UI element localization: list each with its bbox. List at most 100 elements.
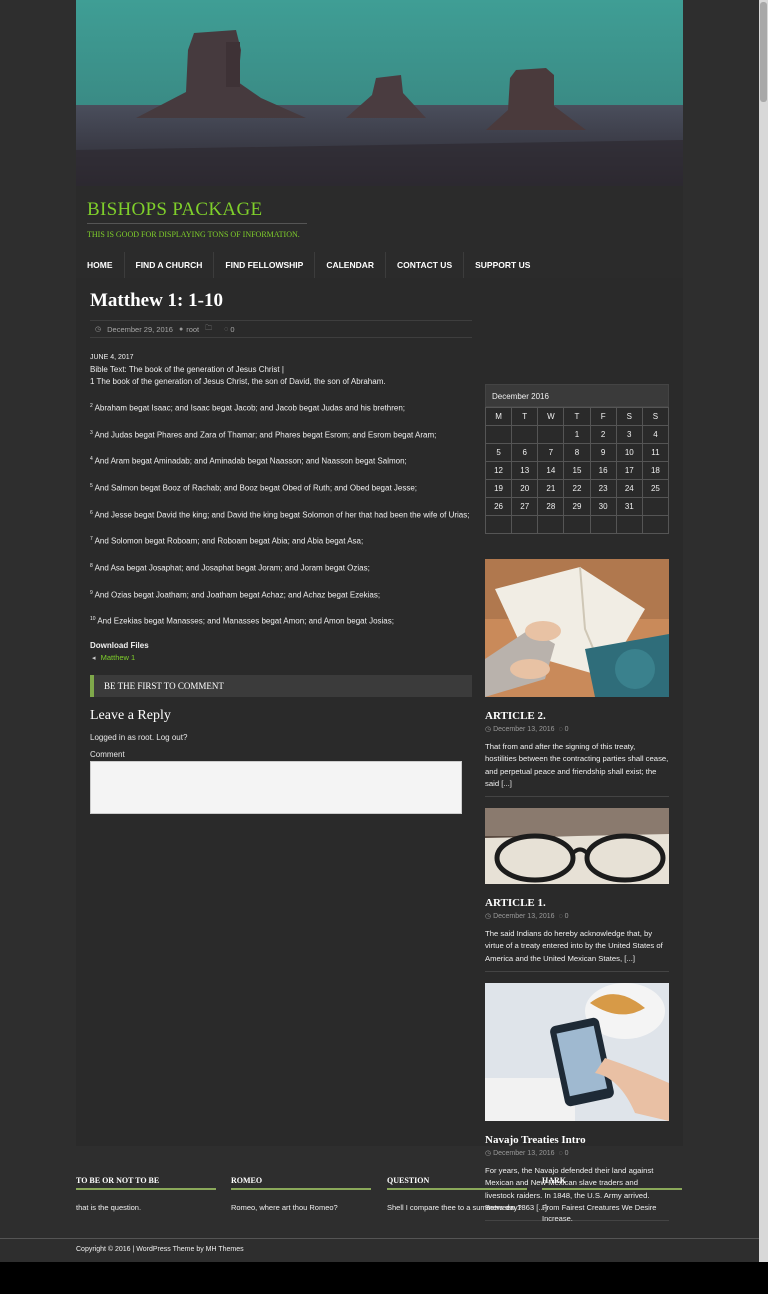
- calendar-day[interactable]: 17: [615, 461, 643, 480]
- sidebar: December 2016 MTWTFSS 1 2 3 4 5 6 7 8 9 10 11 12 13 1…: [484, 384, 670, 1222]
- comment-icon: ◌: [558, 913, 563, 921]
- speaker-icon: ◂: [92, 654, 96, 662]
- sidebar-post-meta: ◷ December 13, 2016 ◌ 0: [485, 725, 669, 733]
- calendar-day[interactable]: 14: [537, 461, 565, 480]
- calendar-weekday: S: [641, 407, 670, 426]
- copyright-text: Copyright © 2016 | WordPress Theme by MH…: [76, 1246, 244, 1253]
- sidebar-post-meta: ◷ December 13, 2016 ◌ 0: [485, 1149, 669, 1157]
- calendar-day[interactable]: 4: [641, 425, 670, 444]
- download-link-label[interactable]: Matthew 1: [98, 653, 136, 662]
- calendar-day[interactable]: 6: [511, 443, 539, 462]
- calendar-day[interactable]: 30: [589, 497, 617, 516]
- monument-valley-image: [76, 0, 683, 186]
- nav-item-calendar[interactable]: CALENDAR: [315, 252, 387, 278]
- calendar-day[interactable]: 27: [511, 497, 539, 516]
- sidebar-post-date[interactable]: December 13, 2016: [493, 726, 554, 733]
- calendar-widget: December 2016 MTWTFSS 1 2 3 4 5 6 7 8 9 10 11 12 13 1…: [484, 384, 670, 534]
- comment-icon: ◌: [224, 325, 229, 333]
- sidebar-post-title[interactable]: ARTICLE 1.: [485, 897, 669, 909]
- calendar-day: [537, 425, 565, 444]
- calendar-table: MTWTFSS 1 2 3 4 5 6 7 8 9 10 11 12 13 14 15 16 17 18 19 20 2…: [484, 407, 670, 534]
- sidebar-post-comments[interactable]: 0: [565, 1150, 569, 1157]
- calendar-day[interactable]: 16: [589, 461, 617, 480]
- calendar-day[interactable]: 18: [641, 461, 670, 480]
- verse-text: And Salmon begat Booz of Rachab; and Boo…: [92, 483, 418, 493]
- download-link[interactable]: ◂ Matthew 1: [90, 652, 472, 665]
- main-content: Matthew 1: 1-10 ◷ December 29, 2016 ● ro…: [90, 290, 472, 814]
- nav-item-contact-us[interactable]: CONTACT US: [386, 252, 465, 278]
- post-comment-count[interactable]: 0: [230, 325, 234, 334]
- calendar-day[interactable]: 29: [563, 497, 591, 516]
- comment-textarea[interactable]: [90, 760, 462, 814]
- calendar-day[interactable]: 24: [615, 479, 643, 498]
- site-tagline: THIS IS GOOD FOR DISPLAYING TONS OF INFO…: [87, 230, 300, 239]
- sidebar-post-title[interactable]: ARTICLE 2.: [485, 710, 669, 722]
- sidebar-post-date[interactable]: December 13, 2016: [493, 913, 554, 920]
- calendar-day[interactable]: 7: [537, 443, 565, 462]
- calendar-day[interactable]: 1: [563, 425, 591, 444]
- calendar-day[interactable]: 31: [615, 497, 643, 516]
- calendar-day[interactable]: 23: [589, 479, 617, 498]
- nav-item-find-fellowship[interactable]: FIND FELLOWSHIP: [214, 252, 316, 278]
- sidebar-post-excerpt: That from and after the signing of this …: [485, 742, 669, 788]
- page-container: BISHOPS PACKAGE THIS IS GOOD FOR DISPLAY…: [76, 0, 683, 1222]
- calendar-day[interactable]: 15: [563, 461, 591, 480]
- nav-item-home[interactable]: HOME: [76, 252, 125, 278]
- calendar-day[interactable]: 3: [615, 425, 643, 444]
- calendar-day[interactable]: 11: [641, 443, 670, 462]
- calendar-day[interactable]: 19: [484, 479, 513, 498]
- verse-text: 1 The book of the generation of Jesus Ch…: [90, 377, 386, 386]
- footer-widget-3: QUESTION Shell I compare thee to a summe…: [387, 1168, 527, 1213]
- verse: 5 And Salmon begat Booz of Rachab; and B…: [90, 480, 472, 495]
- verse-text: And Ozias begat Joatham; and Joatham beg…: [92, 590, 381, 600]
- footer-widget-text: Shell I compare thee to a summers day?: [387, 1203, 522, 1212]
- nav-item-support-us[interactable]: SUPPORT US: [464, 252, 541, 278]
- calendar-day[interactable]: 28: [537, 497, 565, 516]
- open-bible-photo[interactable]: [485, 559, 669, 702]
- footer-widget-title: TO BE OR NOT TO BE: [76, 1168, 216, 1190]
- calendar-day[interactable]: 8: [563, 443, 591, 462]
- sidebar-post-comments[interactable]: 0: [565, 913, 569, 920]
- post-author[interactable]: root: [186, 325, 199, 334]
- scrollbar-thumb[interactable]: [760, 2, 767, 102]
- logged-in-text[interactable]: Logged in as root. Log out?: [90, 733, 472, 742]
- main-nav: HOME FIND A CHURCH FIND FELLOWSHIP CALEN…: [76, 252, 683, 278]
- verse-list: 1 The book of the generation of Jesus Ch…: [90, 376, 472, 628]
- calendar-day[interactable]: 21: [537, 479, 565, 498]
- footer-widget-title: HARK: [542, 1168, 682, 1190]
- footer-widget-1: TO BE OR NOT TO BE that is the question.: [76, 1168, 216, 1213]
- calendar-day[interactable]: 20: [511, 479, 539, 498]
- sidebar-post: ARTICLE 2. ◷ December 13, 2016 ◌ 0 That fr…: [485, 559, 669, 798]
- sidebar-post-title[interactable]: Navajo Treaties Intro: [485, 1134, 669, 1146]
- phone-in-hand-photo[interactable]: [485, 983, 669, 1126]
- calendar-day[interactable]: 25: [641, 479, 670, 498]
- comment-label: Comment: [90, 749, 125, 759]
- verse: 9 And Ozias begat Joatham; and Joatham b…: [90, 587, 472, 602]
- page-bottom-edge: [0, 1262, 768, 1294]
- sidebar-post-excerpt: The said Indians do hereby acknowledge t…: [485, 929, 663, 963]
- sidebar-post-date[interactable]: December 13, 2016: [493, 1150, 554, 1157]
- download-title: Download Files: [90, 640, 149, 650]
- calendar-day[interactable]: 10: [615, 443, 643, 462]
- nav-item-find-a-church[interactable]: FIND A CHURCH: [125, 252, 215, 278]
- calendar-day[interactable]: 5: [484, 443, 513, 462]
- calendar-day: [484, 515, 513, 534]
- calendar-day[interactable]: 26: [484, 497, 513, 516]
- calendar-week: 26 27 28 29 30 31: [484, 497, 670, 516]
- calendar-day[interactable]: 2: [589, 425, 617, 444]
- calendar-day[interactable]: 13: [511, 461, 539, 480]
- glasses-on-book-photo[interactable]: [485, 808, 669, 889]
- content-area: Matthew 1: 1-10 ◷ December 29, 2016 ● ro…: [76, 278, 683, 1222]
- footer-widget-title: ROMEO: [231, 1168, 371, 1190]
- site-title[interactable]: BISHOPS PACKAGE: [87, 199, 262, 221]
- bible-text: Bible Text: The book of the generation o…: [90, 365, 284, 374]
- post-date[interactable]: December 29, 2016: [107, 325, 173, 334]
- calendar-day[interactable]: 22: [563, 479, 591, 498]
- browser-scrollbar[interactable]: [759, 0, 768, 1262]
- calendar-day: [615, 515, 643, 534]
- sidebar-post-comments[interactable]: 0: [565, 726, 569, 733]
- verse: 3 And Judas begat Phares and Zara of Tha…: [90, 427, 472, 442]
- calendar-day[interactable]: 12: [484, 461, 513, 480]
- header-image[interactable]: [76, 0, 683, 186]
- calendar-day[interactable]: 9: [589, 443, 617, 462]
